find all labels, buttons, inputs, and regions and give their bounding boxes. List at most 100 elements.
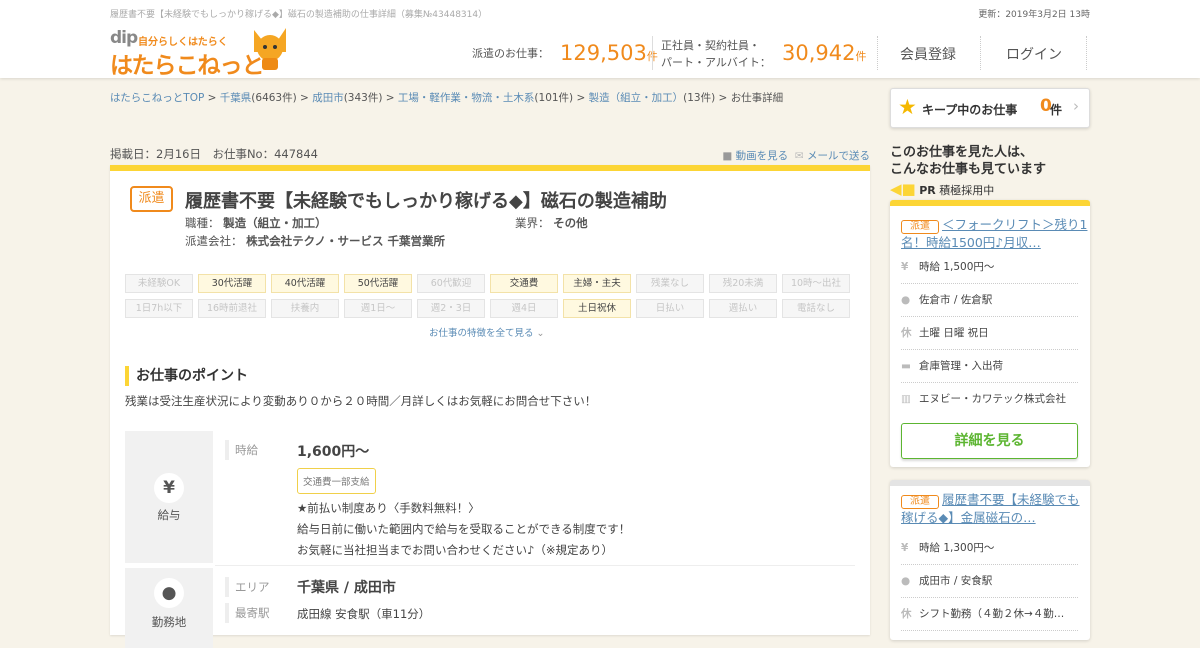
yen-icon: ¥: [901, 542, 909, 554]
keep-list-button[interactable]: ★ キープ中のお仕事 0 件 ›: [890, 88, 1090, 128]
pay-text: 時給 1,500円～: [919, 261, 995, 273]
haken-count-value: 129,503: [560, 41, 647, 65]
breadcrumb-pref[interactable]: 千葉県: [220, 92, 252, 104]
pr-text: 積極採用中: [939, 184, 995, 197]
pr-tag: PR: [919, 184, 936, 197]
feature-tag: 週4日: [490, 299, 558, 318]
yen-icon: ¥: [901, 261, 909, 273]
feature-tag: 10時～出社: [782, 274, 850, 293]
pr-label: ◀■ PR 積極採用中: [890, 180, 994, 198]
seisha-label-1: 正社員・契約社員・: [661, 39, 760, 52]
point-heading: お仕事のポイント: [125, 366, 248, 386]
breadcrumb-city[interactable]: 成田市: [312, 92, 344, 104]
related-job-title[interactable]: 派遣 ＜フォークリフト＞残り1名！時給1500円♪月収…: [901, 216, 1090, 251]
keep-label: キープ中のお仕事: [922, 103, 1018, 117]
related-job-title[interactable]: 派遣 履歴書不要【未経験でも稼げる◆】金属磁石の…: [901, 491, 1090, 526]
job-meta: 掲載日：2月16日 お仕事No：447844: [110, 147, 318, 161]
related-place: ● 佐倉市 / 佐倉駅: [901, 284, 1078, 317]
location-section-label: ● 勤務地: [125, 568, 213, 648]
job-type: 職種： 製造（組立・加工）: [185, 215, 327, 231]
related-heading-2: こんなお仕事も見ています: [890, 162, 1047, 177]
area-label: エリア: [225, 577, 270, 597]
feature-tag: 残20未満: [709, 274, 777, 293]
feature-tag: 30代活躍: [198, 274, 266, 293]
related-place: ● 成田市 / 安食駅: [901, 565, 1078, 598]
haken-badge: 派遣: [901, 220, 939, 234]
point-text: 残業は受注生産状況により変動あり０から２０時間／月詳しくはお気軽にお問合せ下さい…: [125, 394, 597, 408]
briefcase-icon: ▬: [901, 360, 911, 372]
type-label: 職種：: [185, 216, 220, 230]
site-header: 履歴書不要【未経験でもしっかり稼げる◆】磁石の製造補助の仕事詳細（募集№4344…: [0, 0, 1200, 79]
related-heading: このお仕事を見た人は、 こんなお仕事も見ています: [890, 144, 1046, 178]
related-job-card[interactable]: 派遣 ＜フォークリフト＞残り1名！時給1500円♪月収… ¥ 時給 1,500円～ …: [890, 200, 1090, 467]
see-all-features-link[interactable]: お仕事の特徴を全て見る ⌄: [429, 325, 545, 339]
breadcrumb: はたらこねっとTOP > 千葉県(6463件) > 成田市(343件) > 工場…: [110, 92, 784, 104]
related-pay: ¥ 時給 1,300円～: [901, 532, 1078, 565]
salary-note: ★前払い制度あり〈手数料無料！〉: [297, 501, 480, 515]
star-icon: ★: [898, 95, 917, 119]
feature-tag: 50代活躍: [344, 274, 412, 293]
salary-type-label: 時給: [225, 440, 258, 460]
unit: 件: [855, 50, 867, 63]
place-text: 成田市 / 安食駅: [919, 575, 993, 587]
feature-tag: 日払い: [636, 299, 704, 318]
salary-note: お気軽に当社担当までお問い合わせください♪（※規定あり）: [297, 543, 613, 557]
related-job-card[interactable]: 派遣 履歴書不要【未経験でも稼げる◆】金属磁石の… ¥ 時給 1,300円～ ● 成田…: [890, 480, 1090, 640]
salary-note: 給与日前に働いた範囲内で給与を受取ることができる制度です！: [297, 522, 631, 536]
salary-heading: 給与: [157, 508, 181, 522]
map-pin-icon: ●: [901, 575, 911, 587]
feature-tag: 1日7h以下: [125, 299, 193, 318]
feature-tag: 電話なし: [782, 299, 850, 318]
megaphone-icon: ◀■: [890, 180, 916, 198]
job-company: 派遣会社： 株式会社テクノ・サービス 千葉営業所: [185, 233, 445, 249]
holiday-text: 土曜 日曜 祝日: [919, 327, 989, 339]
see-all-label: お仕事の特徴を全て見る: [429, 328, 534, 339]
feature-tag: 60代歓迎: [417, 274, 485, 293]
video-icon: ■: [722, 150, 733, 162]
breadcrumb-top[interactable]: はたらこねっとTOP: [110, 92, 204, 104]
salary-value: 1,600円～: [297, 444, 370, 460]
station-value: 成田線 安食駅（車11分）: [297, 607, 431, 621]
crumb-count: (6463件): [251, 92, 297, 104]
breadcrumb-category[interactable]: 工場・軽作業・物流・土木系: [398, 92, 535, 104]
yen-icon: ¥: [154, 473, 184, 503]
breadcrumb-current: お仕事詳細: [730, 92, 784, 104]
logo-dip: dip: [110, 28, 138, 48]
place-text: 佐倉市 / 佐倉駅: [919, 294, 993, 306]
keep-unit: 件: [1050, 103, 1063, 117]
holiday-icon: 休: [901, 608, 912, 620]
seisha-count-value: 30,942: [782, 41, 856, 65]
feature-tag: 週2・3日: [417, 299, 485, 318]
crumb-count: (101件): [534, 92, 574, 104]
video-link[interactable]: 動画を見る: [736, 150, 789, 162]
login-button[interactable]: ログイン: [1006, 44, 1062, 64]
location-heading: 勤務地: [151, 615, 187, 629]
feature-tag: 40代活躍: [271, 274, 339, 293]
holiday-text: シフト勤務（４勤２休→４勤…: [919, 608, 1065, 620]
crumb-count: (13件): [683, 92, 716, 104]
haken-count: 129,503件: [560, 41, 658, 65]
company-label: 派遣会社：: [185, 234, 243, 248]
mail-link[interactable]: メールで送る: [807, 150, 870, 162]
pay-text: 時給 1,300円～: [919, 542, 995, 554]
map-pin-icon: ●: [154, 578, 184, 608]
breadcrumb-subcategory[interactable]: 製造（組立・加工）: [589, 92, 684, 104]
feature-tag: 土日祝休: [563, 299, 631, 318]
related-pay: ¥ 時給 1,500円～: [901, 251, 1078, 284]
related-heading-1: このお仕事を見た人は、: [890, 145, 1034, 160]
job-links: ■ 動画を見る ✉ メールで送る: [722, 148, 870, 163]
feature-tag: 16時前退社: [198, 299, 266, 318]
industry-value: その他: [553, 216, 588, 230]
mail-icon: ✉: [794, 150, 804, 162]
haken-label: 派遣のお仕事：: [472, 47, 549, 60]
chevron-right-icon: ›: [1073, 97, 1079, 115]
register-button[interactable]: 会員登録: [900, 44, 956, 64]
holiday-icon: 休: [901, 327, 912, 339]
detail-button[interactable]: 詳細を見る: [901, 423, 1078, 459]
seisha-label-2: パート・アルバイト：: [661, 56, 771, 69]
company-value: 株式会社テクノ・サービス 千葉営業所: [246, 234, 445, 248]
salary-section-label: ¥ 給与: [125, 431, 213, 563]
seisha-label: 正社員・契約社員・ パート・アルバイト：: [661, 37, 771, 71]
cat-mascot-icon: [254, 28, 286, 70]
job-detail-card: 派遣 履歴書不要【未経験でもしっかり稼げる◆】磁石の製造補助 職種： 製造（組立…: [110, 165, 870, 648]
